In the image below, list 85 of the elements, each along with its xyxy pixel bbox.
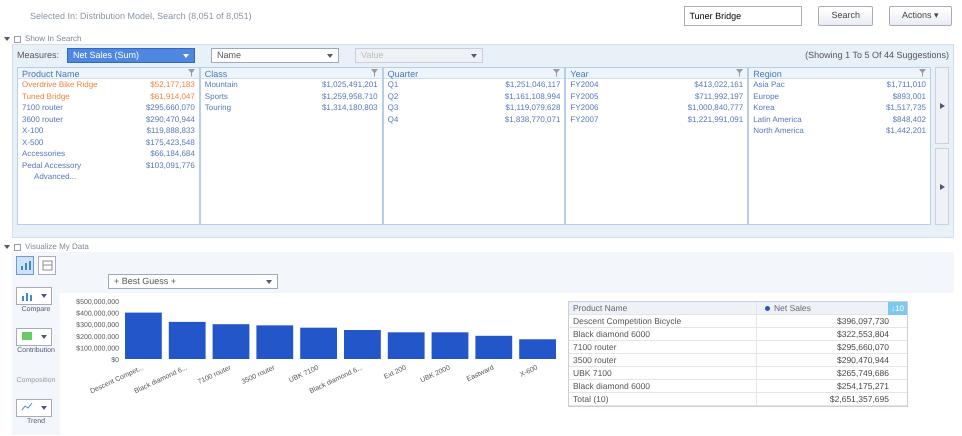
facet-item[interactable]: Sports $1,259,958,710	[200, 90, 382, 102]
facet-item[interactable]: Korea $1,517,735	[749, 102, 930, 114]
facet-item[interactable]: Mountain $1,025,491,201	[200, 79, 382, 90]
filter-icon[interactable]	[553, 68, 560, 78]
bar-chart-icon	[20, 260, 30, 271]
breadcrumb: Selected In: Distribution Model, Search (8,051 of 8,051)	[30, 10, 253, 23]
search-field[interactable]: Tuner Bridge	[684, 6, 802, 26]
measure-dropdown[interactable]: Name	[211, 48, 340, 63]
checkbox-icon	[14, 244, 21, 250]
table-icon	[42, 260, 52, 271]
table-cell-text: $2,651,357,695	[828, 393, 890, 405]
table-cell-text: $290,470,944	[836, 354, 890, 366]
bar	[388, 332, 425, 359]
bar	[432, 332, 468, 359]
facet-item[interactable]: FY2007 $1,221,991,091	[566, 114, 748, 125]
table-cell-text: $396,097,730	[836, 315, 890, 327]
search-button[interactable]: Search	[818, 6, 873, 26]
table-cell-text: $254,175,271	[836, 380, 890, 392]
bar	[256, 325, 294, 359]
table-cell: Total (10)	[569, 393, 757, 405]
facet-item[interactable]: FY2005 $711,992,197	[566, 90, 748, 102]
facet-item[interactable]: X-500 $175,423,548	[18, 136, 199, 148]
table-cell-text: $295,660,070	[836, 341, 890, 353]
facet-item[interactable]: Q4 $1,838,770,071	[384, 114, 564, 125]
table-cell: Black diamond 6000	[569, 380, 757, 392]
table-cell: Black diamond 6000	[569, 328, 757, 340]
facet-item[interactable]: Asia Pac $1,711,010	[749, 79, 930, 90]
facet-item[interactable]: Q1 $1,251,046,117	[384, 79, 564, 90]
more-link[interactable]: Advanced...	[18, 171, 199, 182]
facet-item[interactable]: Tuned Bridge $61,914,047	[18, 90, 199, 102]
facet-item[interactable]: Q3 $1,119,079,628	[384, 102, 564, 114]
bar	[475, 336, 512, 359]
bar	[212, 324, 250, 359]
series-dot-icon	[765, 306, 770, 310]
measure-dropdown[interactable]: Net Sales (Sum)	[67, 48, 196, 63]
facet-item[interactable]: Q2 $1,161,108,994	[384, 90, 564, 102]
table-cell: Descent Competition Bicycle	[569, 315, 757, 327]
bar-chart-button[interactable]	[16, 287, 52, 305]
bar	[125, 312, 162, 359]
facet-header: Quarter	[388, 68, 418, 78]
facet-item[interactable]: Europe $893,001	[749, 90, 930, 102]
column-header: Net Sales	[774, 302, 811, 314]
filter-icon[interactable]	[918, 68, 926, 78]
arrow-right-icon	[940, 184, 944, 190]
suggestions-count: (Showing 1 To 5 Of 44 Suggestions)	[805, 48, 949, 62]
facet-item[interactable]: Overdrive Bike Ridge $52,177,183	[18, 79, 199, 90]
scroll-right-button[interactable]	[935, 148, 949, 225]
actions-button[interactable]: Actions ▾	[888, 6, 952, 26]
facet-header: Class	[204, 68, 228, 78]
bar	[519, 339, 556, 359]
section-title: Visualize My Data	[25, 242, 89, 252]
column-header: Product Name	[569, 302, 757, 314]
table-view-button[interactable]	[38, 256, 56, 275]
facet-item[interactable]: FY2006 $1,000,840,777	[566, 102, 748, 114]
chart-type-dropdown[interactable]: + Best Guess +	[108, 274, 278, 289]
facet-item[interactable]: Latin America $848,402	[749, 114, 930, 125]
facet-item[interactable]: North America $1,442,201	[749, 125, 930, 136]
facet-item[interactable]: X-100 $119,888,833	[18, 125, 199, 136]
table-cell: 7100 router	[569, 341, 757, 353]
section-title: Show In Search	[25, 34, 82, 44]
chart-view-button[interactable]	[16, 256, 34, 275]
filter-icon[interactable]	[736, 68, 744, 78]
table-cell-text: $265,749,686	[836, 367, 890, 379]
facet-item[interactable]: FY2004 $413,022,161	[566, 79, 748, 90]
table-cell: 3500 router	[569, 354, 757, 366]
facet-header: Product Name	[22, 68, 80, 78]
facet-item[interactable]: Accessories $66,184,684	[18, 148, 199, 160]
filter-icon[interactable]	[370, 68, 378, 78]
filter-icon[interactable]	[188, 68, 195, 78]
table-cell-text: $322,553,804	[836, 328, 890, 340]
bar	[300, 328, 337, 359]
arrow-right-icon	[940, 102, 944, 108]
trend-chart-button[interactable]	[16, 398, 52, 416]
scroll-right-button[interactable]	[935, 67, 949, 144]
facet-item[interactable]: Touring $1,314,180,803	[200, 102, 382, 114]
facet-header: Year	[570, 68, 589, 78]
facet-item[interactable]: 3600 router $290,470,944	[18, 114, 199, 125]
checkbox-icon	[14, 36, 21, 42]
bar	[344, 330, 381, 359]
facet-item[interactable]: Pedal Accessory $103,091,776	[18, 160, 199, 171]
bar	[168, 322, 206, 359]
measures-label: Measures:	[17, 48, 60, 62]
facet-header: Region	[753, 68, 782, 78]
table-cell: UBK 7100	[569, 367, 757, 379]
facet-item[interactable]: 7100 router $295,660,070	[18, 102, 199, 114]
